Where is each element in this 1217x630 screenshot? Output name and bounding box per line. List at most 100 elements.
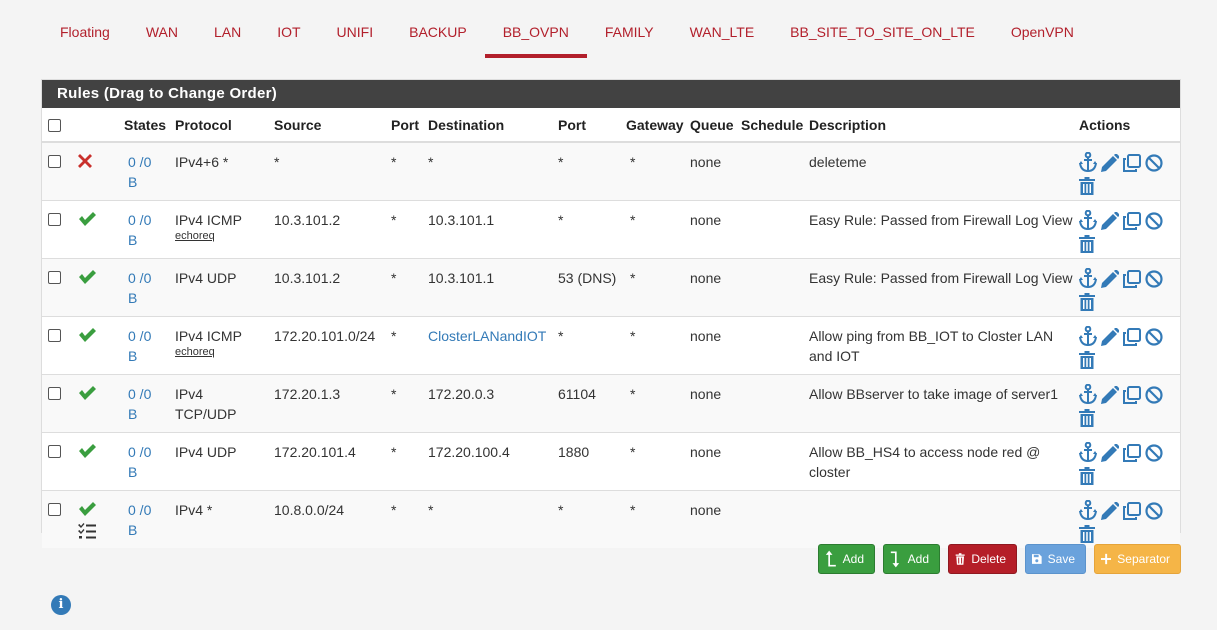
tab-bb-ovpn[interactable]: BB_OVPN bbox=[484, 0, 587, 58]
states-link[interactable]: 0 /0 B bbox=[128, 154, 151, 190]
states-link[interactable]: 0 /0 B bbox=[128, 502, 151, 538]
add-rule-bottom-button[interactable]: Add bbox=[883, 544, 940, 574]
disable-ban-icon[interactable] bbox=[1145, 328, 1165, 348]
copy-icon[interactable] bbox=[1123, 154, 1143, 174]
anchor-icon[interactable] bbox=[1079, 499, 1099, 521]
row-checkbox[interactable] bbox=[48, 329, 61, 342]
trash-icon[interactable] bbox=[1079, 235, 1099, 255]
source-port-cell: * bbox=[385, 142, 422, 201]
anchor-icon[interactable] bbox=[1079, 151, 1099, 173]
disable-ban-icon[interactable] bbox=[1145, 212, 1165, 232]
queue-header: Queue bbox=[684, 108, 735, 143]
states-link[interactable]: 0 /0 B bbox=[128, 444, 151, 480]
destination-text[interactable]: ClosterLANandIOT bbox=[428, 328, 546, 344]
disable-ban-icon[interactable] bbox=[1145, 270, 1165, 290]
disable-ban-icon[interactable] bbox=[1145, 386, 1165, 406]
copy-icon[interactable] bbox=[1123, 386, 1143, 406]
trash-icon[interactable] bbox=[1079, 525, 1099, 545]
table-row[interactable]: 0 /0 B IPv4 ICMP echoreq 10.3.101.2 * 10.3.101… bbox=[42, 200, 1180, 259]
disable-ban-icon[interactable] bbox=[1145, 154, 1165, 174]
table-row[interactable]: 0 /0 B IPv4 UDP 172.20.101.4 * 172.20.100.4 18… bbox=[42, 432, 1180, 491]
add-rule-top-button[interactable]: Add bbox=[818, 544, 875, 574]
tab-unifi[interactable]: UNIFI bbox=[319, 0, 392, 58]
info-icon[interactable]: i bbox=[51, 595, 71, 615]
table-row[interactable]: 0 /0 B IPv4 TCP/UDP 172.20.1.3 * 172.20.0.3 61… bbox=[42, 374, 1180, 433]
gateway-cell: * bbox=[620, 316, 684, 375]
edit-pencil-icon[interactable] bbox=[1101, 211, 1121, 232]
row-checkbox[interactable] bbox=[48, 271, 61, 284]
edit-pencil-icon[interactable] bbox=[1101, 327, 1121, 348]
tab-floating[interactable]: Floating bbox=[42, 0, 128, 58]
states-link[interactable]: 0 /0 B bbox=[128, 386, 151, 422]
row-checkbox[interactable] bbox=[48, 503, 61, 516]
status-cell bbox=[72, 258, 118, 317]
table-row[interactable]: 0 /0 B IPv4+6 * * * * * * none deleteme bbox=[42, 142, 1180, 201]
disable-ban-icon[interactable] bbox=[1145, 502, 1165, 522]
pass-icon[interactable] bbox=[78, 385, 96, 405]
anchor-icon[interactable] bbox=[1079, 325, 1099, 347]
pass-icon[interactable] bbox=[78, 269, 96, 289]
states-link[interactable]: 0 /0 B bbox=[128, 328, 151, 364]
states-link[interactable]: 0 /0 B bbox=[128, 270, 151, 306]
pass-icon[interactable] bbox=[78, 211, 96, 231]
protocol-text: IPv4 ICMP bbox=[175, 212, 242, 228]
separator-button[interactable]: Separator bbox=[1094, 544, 1181, 574]
trash-icon[interactable] bbox=[1079, 351, 1099, 371]
tab-bb-site-to-site-on-lte[interactable]: BB_SITE_TO_SITE_ON_LTE bbox=[772, 0, 993, 58]
source-cell: 172.20.1.3 bbox=[268, 374, 385, 433]
edit-pencil-icon[interactable] bbox=[1101, 269, 1121, 290]
anchor-icon[interactable] bbox=[1079, 383, 1099, 405]
protocol-cell: IPv4 UDP bbox=[169, 432, 268, 491]
tab-backup[interactable]: BACKUP bbox=[391, 0, 485, 58]
pass-icon[interactable] bbox=[78, 327, 96, 347]
row-checkbox[interactable] bbox=[48, 155, 61, 168]
copy-icon[interactable] bbox=[1123, 328, 1143, 348]
edit-pencil-icon[interactable] bbox=[1101, 501, 1121, 522]
tab-openvpn[interactable]: OpenVPN bbox=[993, 0, 1092, 58]
protocol-text: IPv4 ICMP bbox=[175, 328, 242, 344]
anchor-icon[interactable] bbox=[1079, 441, 1099, 463]
delete-button[interactable]: Delete bbox=[948, 544, 1017, 574]
trash-icon[interactable] bbox=[1079, 409, 1099, 429]
table-row[interactable]: 0 /0 B IPv4 * 10.8.0.0/24 * * * * none bbox=[42, 490, 1180, 549]
dest-port-cell: * bbox=[552, 200, 620, 259]
tab-wan[interactable]: WAN bbox=[128, 0, 196, 58]
tab-family[interactable]: FAMILY bbox=[587, 0, 672, 58]
anchor-icon[interactable] bbox=[1079, 267, 1099, 289]
trash-icon[interactable] bbox=[1079, 293, 1099, 313]
edit-pencil-icon[interactable] bbox=[1101, 385, 1121, 406]
schedule-cell bbox=[735, 491, 803, 549]
pass-icon[interactable] bbox=[78, 443, 96, 463]
disable-ban-icon[interactable] bbox=[1145, 444, 1165, 464]
row-checkbox[interactable] bbox=[48, 387, 61, 400]
edit-pencil-icon[interactable] bbox=[1101, 153, 1121, 174]
block-icon[interactable] bbox=[78, 153, 92, 173]
trash-icon[interactable] bbox=[1079, 467, 1099, 487]
save-button[interactable]: Save bbox=[1025, 544, 1086, 574]
schedule-cell bbox=[735, 142, 803, 201]
table-row[interactable]: 0 /0 B IPv4 UDP 10.3.101.2 * 10.3.101.1 53 (DN… bbox=[42, 258, 1180, 317]
select-all-checkbox[interactable] bbox=[48, 119, 61, 133]
states-cell: 0 /0 B bbox=[118, 374, 169, 433]
table-row[interactable]: 0 /0 B IPv4 ICMP echoreq 172.20.101.0/24 * Clo… bbox=[42, 316, 1180, 375]
trash-icon[interactable] bbox=[1079, 177, 1099, 197]
tab-iot[interactable]: IOT bbox=[259, 0, 318, 58]
actions-cell bbox=[1073, 258, 1180, 317]
edit-pencil-icon[interactable] bbox=[1101, 443, 1121, 464]
queue-cell: none bbox=[684, 374, 735, 433]
anchor-icon[interactable] bbox=[1079, 209, 1099, 231]
copy-icon[interactable] bbox=[1123, 212, 1143, 232]
copy-icon[interactable] bbox=[1123, 444, 1143, 464]
copy-icon[interactable] bbox=[1123, 502, 1143, 522]
tab-wan-lte[interactable]: WAN_LTE bbox=[672, 0, 773, 58]
row-checkbox[interactable] bbox=[48, 445, 61, 458]
arrow-down-icon bbox=[890, 551, 900, 568]
copy-icon[interactable] bbox=[1123, 270, 1143, 290]
pass-icon[interactable] bbox=[78, 501, 96, 521]
tab-lan[interactable]: LAN bbox=[196, 0, 259, 58]
row-checkbox[interactable] bbox=[48, 213, 61, 226]
states-link[interactable]: 0 /0 B bbox=[128, 212, 151, 248]
actions-cell bbox=[1073, 432, 1180, 491]
icmp-type: echoreq bbox=[175, 346, 215, 358]
gateway-cell: * bbox=[630, 502, 636, 518]
